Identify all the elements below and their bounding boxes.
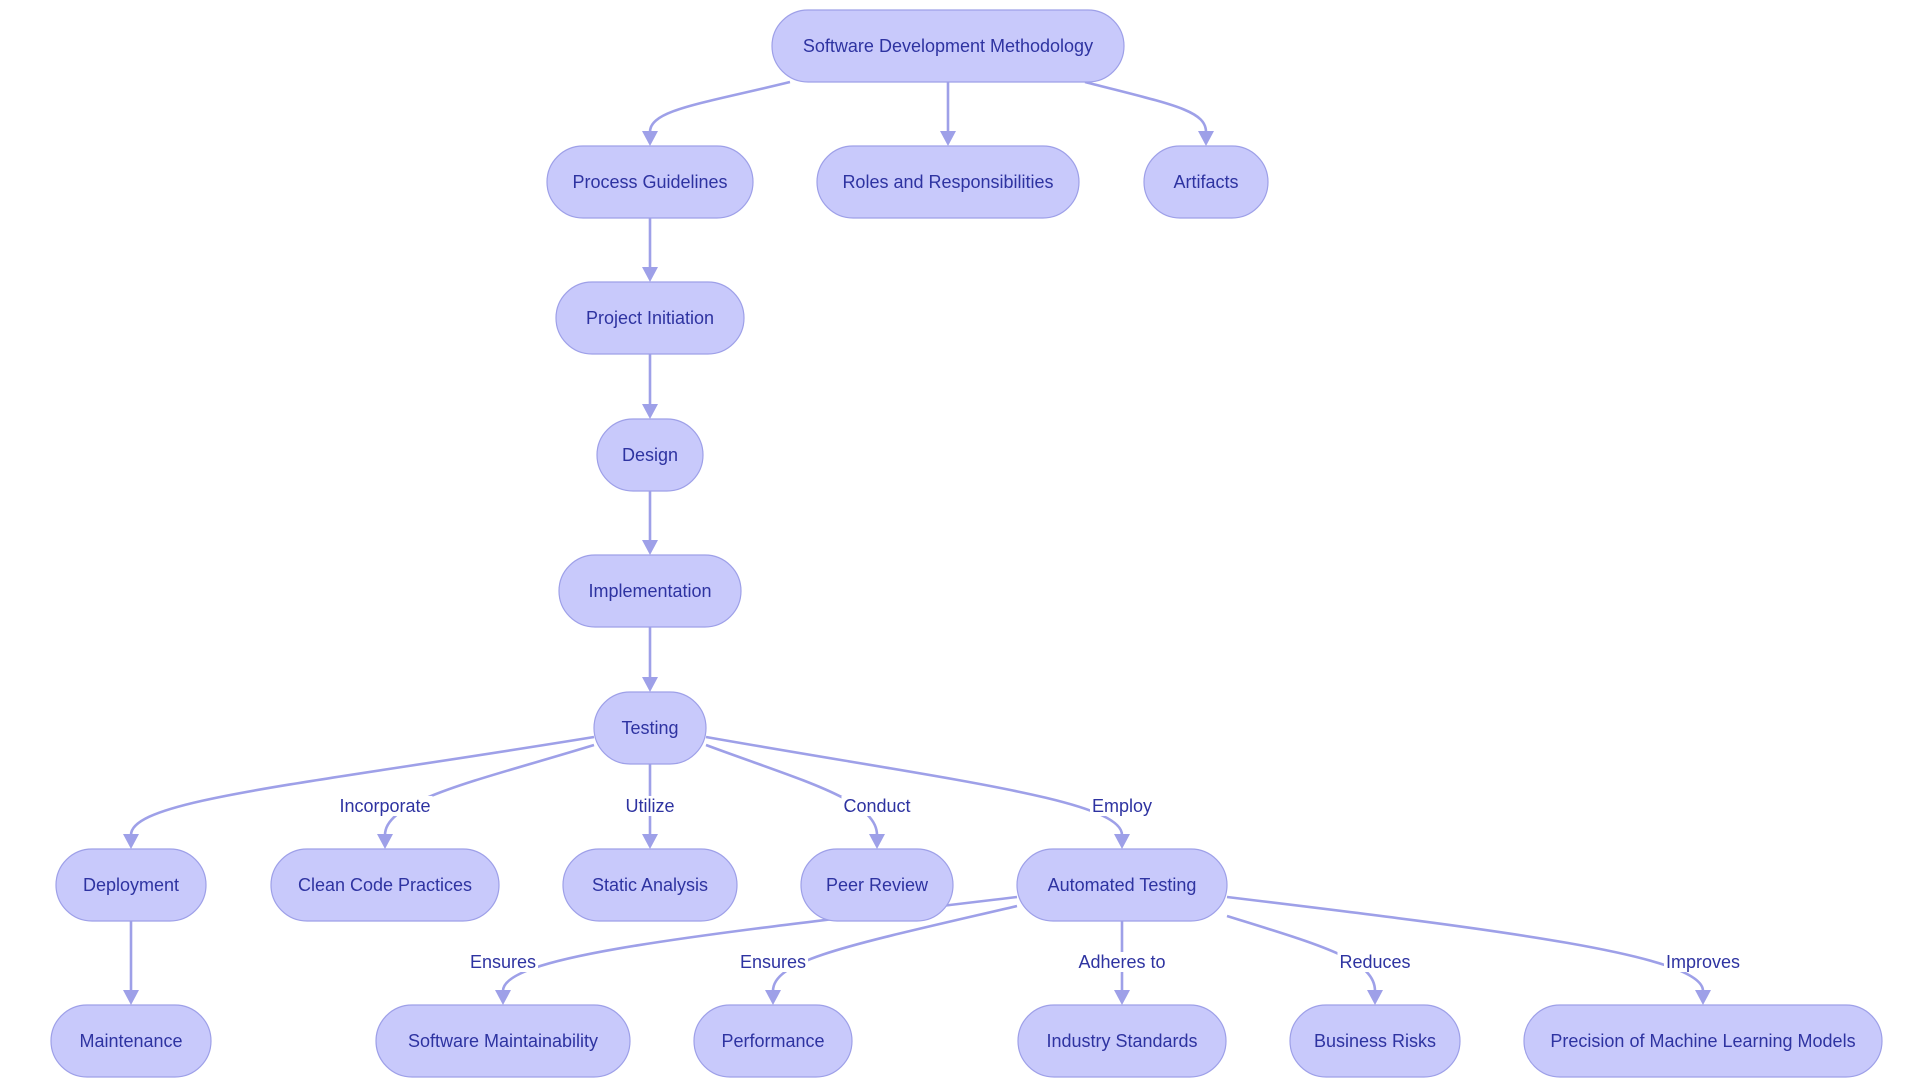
arrowhead-icon [642,267,658,282]
edge-label: Conduct [841,796,913,816]
node-label: Clean Code Practices [298,875,472,895]
arrowhead-icon [940,131,956,146]
edge-line [1084,80,1208,133]
edge-label: Employ [1089,796,1155,816]
edge-line [129,735,595,836]
edge-label-text: Conduct [843,796,910,816]
node-art[interactable]: Artifacts [1143,145,1269,219]
arrowhead-icon [1695,990,1711,1005]
node-label: Software Maintainability [408,1031,598,1051]
edge-label: Reduces [1337,952,1413,972]
node-label: Roles and Responsibilities [842,172,1053,192]
arrowhead-icon [642,540,658,555]
node-label: Testing [621,718,678,738]
arrowhead-icon [123,990,139,1005]
node-sdm[interactable]: Software Development Methodology [771,9,1125,83]
node-rr[interactable]: Roles and Responsibilities [816,145,1080,219]
edge-label: Ensures [467,952,539,972]
arrowhead-icon [642,677,658,692]
arrowhead-icon [1198,131,1214,146]
arrowhead-icon [765,990,781,1005]
node-is[interactable]: Industry Standards [1017,1004,1227,1078]
node-label: Business Risks [1314,1031,1436,1051]
node-label: Implementation [588,581,711,601]
node-tst[interactable]: Testing [593,691,707,765]
node-perf[interactable]: Performance [693,1004,853,1078]
edge-sdm-art [1084,80,1214,146]
node-label: Performance [721,1031,824,1051]
node-at[interactable]: Automated Testing [1016,848,1228,922]
edge-label-text: Utilize [625,796,674,816]
edge-pg-pi [642,218,658,282]
node-pr[interactable]: Peer Review [800,848,954,922]
edge-label-text: Ensures [740,952,806,972]
edge-label-text: Reduces [1339,952,1410,972]
edge-label-text: Ensures [470,952,536,972]
node-label: Software Development Methodology [803,36,1093,56]
edge-label-text: Adheres to [1078,952,1165,972]
edge-tst-at [705,735,1130,849]
edge-sdm-rr [940,82,956,146]
edge-line [705,735,1124,836]
node-pi[interactable]: Project Initiation [555,281,745,355]
edge-label: Utilize [623,796,677,816]
edge-line [705,743,879,836]
node-br[interactable]: Business Risks [1289,1004,1461,1078]
edge-line [648,80,791,133]
arrowhead-icon [1114,834,1130,849]
edge-label: Improves [1663,952,1743,972]
edge-imp-tst [642,627,658,692]
edge-sdm-pg [642,80,791,146]
arrowhead-icon [642,131,658,146]
edge-pi-des [642,354,658,419]
node-label: Peer Review [826,875,929,895]
edge-label: Incorporate [337,796,433,816]
node-mnt[interactable]: Maintenance [50,1004,212,1078]
node-label: Precision of Machine Learning Models [1550,1031,1855,1051]
arrowhead-icon [123,834,139,849]
node-dep[interactable]: Deployment [55,848,207,922]
edge-line [383,743,595,836]
arrowhead-icon [1367,990,1383,1005]
node-sm[interactable]: Software Maintainability [375,1004,631,1078]
node-label: Design [622,445,678,465]
node-label: Automated Testing [1048,875,1197,895]
node-label: Static Analysis [592,875,708,895]
node-label: Project Initiation [586,308,714,328]
edge-tst-dep [123,735,595,849]
edge-label: Adheres to [1076,952,1168,972]
node-label: Artifacts [1173,172,1238,192]
arrowhead-icon [377,834,393,849]
node-imp[interactable]: Implementation [558,554,742,628]
edge-label-text: Incorporate [339,796,430,816]
node-pg[interactable]: Process Guidelines [546,145,754,219]
node-des[interactable]: Design [596,418,704,492]
arrowhead-icon [1114,990,1130,1005]
edge-label: Ensures [737,952,809,972]
node-label: Industry Standards [1046,1031,1197,1051]
arrowhead-icon [642,404,658,419]
node-label: Maintenance [79,1031,182,1051]
node-pml[interactable]: Precision of Machine Learning Models [1523,1004,1883,1078]
edge-at-pml [1226,895,1711,1005]
edge-label-text: Improves [1666,952,1740,972]
arrowhead-icon [495,990,511,1005]
edge-des-imp [642,491,658,555]
edge-dep-mnt [123,921,139,1005]
edge-label-text: Employ [1092,796,1152,816]
edge-line [1226,895,1705,992]
flowchart-canvas: Software Development Methodology Process … [50,9,1883,1078]
node-sa[interactable]: Static Analysis [562,848,738,922]
arrowhead-icon [642,834,658,849]
node-label: Deployment [83,875,179,895]
node-ccp[interactable]: Clean Code Practices [270,848,500,922]
node-label: Process Guidelines [572,172,727,192]
arrowhead-icon [869,834,885,849]
